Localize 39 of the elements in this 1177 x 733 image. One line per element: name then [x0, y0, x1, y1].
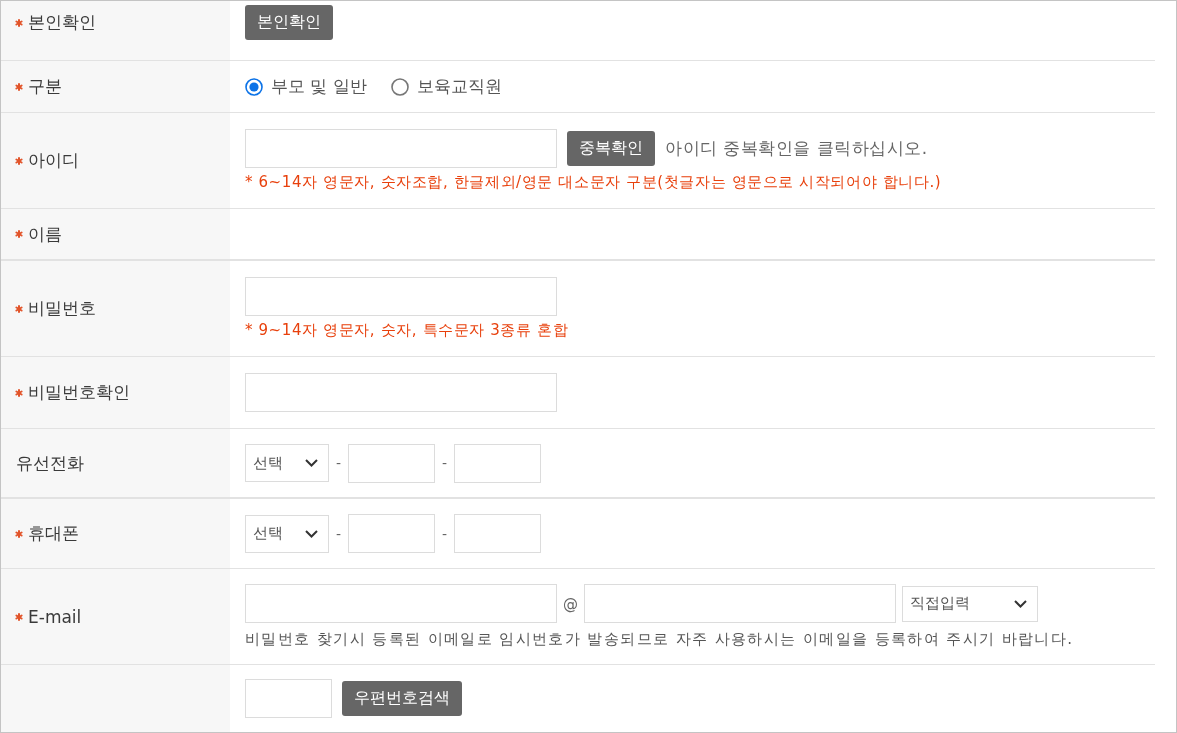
field-label: 비밀번호확인 — [28, 381, 130, 404]
chevron-down-icon — [305, 529, 318, 538]
postcode-search-button[interactable]: 우편번호검색 — [342, 681, 462, 716]
input-field[interactable] — [245, 584, 557, 623]
select-dropdown[interactable]: 선택 — [245, 444, 329, 482]
help-text: 비밀번호 찾기시 등록된 이메일로 임시번호가 발송되므로 자주 사용하시는 이메일을 등록하여 주시기 바랍니다. — [245, 630, 1075, 649]
input-field[interactable] — [245, 679, 332, 718]
field-label: 비밀번호 — [28, 297, 96, 320]
field-label: 휴대폰 — [28, 522, 79, 545]
chevron-down-icon — [1014, 599, 1027, 608]
chevron-down-icon — [305, 459, 318, 467]
input-field[interactable] — [348, 443, 436, 483]
input-field[interactable] — [245, 373, 557, 412]
duplicate-check-button[interactable]: 중복확인 — [567, 131, 655, 166]
dash-text: - — [336, 525, 342, 542]
field-label: 아이디 — [28, 149, 79, 172]
field-label: 유선전화 — [16, 451, 84, 475]
field-label: 구분 — [28, 75, 62, 98]
select-dropdown[interactable]: 직접입력 — [902, 585, 1038, 622]
hint-text: * 9~14자 영문자, 숫자, 특수문자 3종류 혼합 — [245, 321, 570, 340]
dash-text: - — [442, 455, 448, 471]
verify-identity-button[interactable]: 본인확인 — [245, 5, 333, 40]
input-field[interactable] — [245, 277, 557, 316]
dash-text: - — [442, 525, 448, 542]
input-field[interactable] — [584, 584, 896, 623]
instruction-text: 아이디 중복확인을 클릭하십시오. — [665, 137, 928, 160]
input-field[interactable] — [245, 129, 557, 168]
field-label: E-mail — [28, 606, 82, 627]
dash-text: - — [336, 455, 342, 471]
at-sign-text: @ — [563, 594, 578, 613]
radio-option[interactable]: 부모 및 일반 — [245, 75, 367, 98]
hint-text: * 6~14자 영문자, 숫자조합, 한글제외/영문 대소문자 구분(첫글자는 영문으로 시작되어야 합니다.) — [245, 173, 943, 192]
field-label: 본인확인 — [28, 11, 96, 34]
input-field[interactable] — [454, 514, 542, 553]
radio-option[interactable]: 보육교직원 — [390, 75, 502, 98]
field-label: 이름 — [28, 222, 62, 246]
input-field[interactable] — [348, 514, 436, 553]
input-field[interactable] — [454, 443, 542, 483]
select-dropdown[interactable]: 선택 — [245, 514, 329, 553]
